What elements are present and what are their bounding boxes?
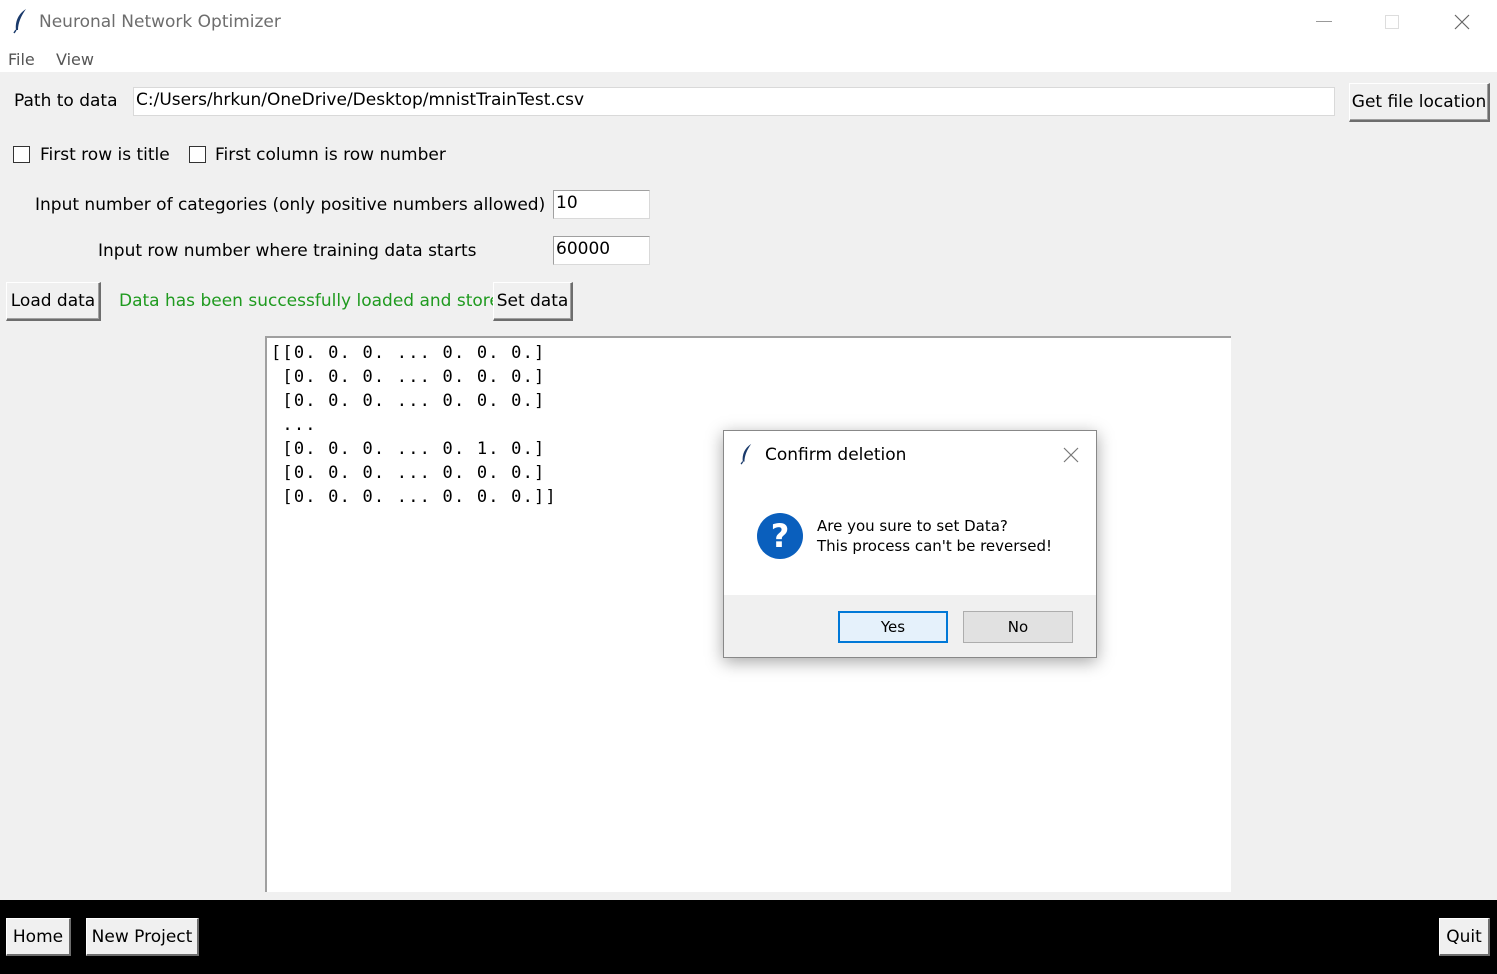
window-title: Neuronal Network Optimizer (39, 12, 281, 32)
dialog-footer: Yes No (724, 595, 1096, 657)
output-line: [[0. 0. 0. ... 0. 0. 0.] (271, 343, 546, 363)
get-file-location-button[interactable]: Get file location (1349, 83, 1490, 122)
first-row-title-label: First row is title (40, 145, 170, 165)
dialog-message-line2: This process can't be reversed! (817, 537, 1052, 555)
dialog-message-line1: Are you sure to set Data? (817, 517, 1008, 535)
training-start-input[interactable]: 60000 (553, 236, 650, 265)
home-button[interactable]: Home (6, 918, 71, 956)
new-project-button[interactable]: New Project (86, 918, 199, 956)
dialog-close-button[interactable] (1061, 445, 1081, 465)
output-line: [0. 0. 0. ... 0. 0. 0.] (271, 391, 546, 411)
question-icon: ? (757, 513, 803, 559)
output-line: [0. 0. 0. ... 0. 0. 0.]] (271, 487, 557, 507)
output-line: [0. 0. 0. ... 0. 0. 0.] (271, 463, 546, 483)
categories-input[interactable]: 10 (553, 190, 650, 219)
path-label: Path to data (14, 91, 118, 111)
no-button[interactable]: No (963, 611, 1073, 643)
title-bar: Neuronal Network Optimizer (0, 0, 1497, 44)
menu-bar: File View (0, 44, 1497, 72)
maximize-button[interactable] (1357, 0, 1427, 44)
bottom-bar: Home New Project Quit (0, 900, 1497, 974)
output-line: [0. 0. 0. ... 0. 1. 0.] (271, 439, 546, 459)
confirm-dialog: Confirm deletion ? Are you sure to set D… (723, 430, 1097, 658)
quit-button[interactable]: Quit (1439, 918, 1490, 956)
minimize-button[interactable] (1289, 0, 1359, 44)
first-column-rownum-label: First column is row number (215, 145, 446, 165)
close-icon (1063, 447, 1079, 463)
set-data-button[interactable]: Set data (493, 282, 573, 321)
menu-view[interactable]: View (56, 50, 94, 69)
first-row-title-checkbox[interactable] (13, 146, 30, 163)
output-line: ... (271, 415, 317, 435)
feather-icon (740, 443, 752, 465)
path-input[interactable]: C:/Users/hrkun/OneDrive/Desktop/mnistTra… (133, 87, 1335, 116)
close-button[interactable] (1427, 0, 1497, 44)
training-start-label: Input row number where training data sta… (98, 241, 477, 261)
load-data-button[interactable]: Load data (6, 282, 101, 321)
output-line: [0. 0. 0. ... 0. 0. 0.] (271, 367, 546, 387)
categories-label: Input number of categories (only positiv… (35, 195, 546, 215)
status-message: Data has been successfully loaded and st… (119, 291, 517, 311)
menu-file[interactable]: File (8, 50, 35, 69)
feather-icon (13, 9, 26, 34)
dialog-title: Confirm deletion (765, 445, 907, 465)
close-icon (1454, 14, 1470, 30)
first-column-rownum-checkbox[interactable] (189, 146, 206, 163)
yes-button[interactable]: Yes (838, 611, 948, 643)
